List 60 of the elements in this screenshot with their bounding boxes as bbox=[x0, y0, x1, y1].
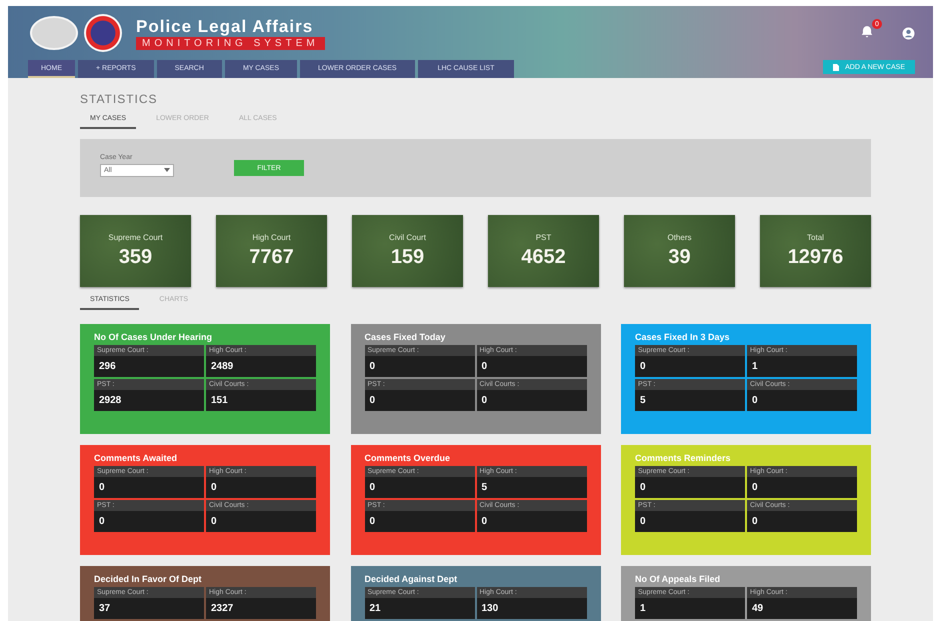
card-title: Cases Fixed In 3 Days bbox=[635, 332, 731, 342]
caret-icon bbox=[164, 168, 170, 172]
court-count: 0 bbox=[364, 477, 474, 498]
tile-value: 39 bbox=[668, 246, 691, 269]
tile-value: 7767 bbox=[249, 246, 294, 269]
document-icon bbox=[833, 64, 840, 70]
police-badge-logo bbox=[84, 14, 122, 52]
court-count: 296 bbox=[94, 356, 204, 377]
court-count: 2928 bbox=[94, 390, 204, 411]
court-count: 1 bbox=[635, 598, 745, 619]
tile-value: 4652 bbox=[521, 246, 566, 269]
tile-label: Civil Court bbox=[389, 233, 426, 242]
card-title: Comments Awaited bbox=[94, 453, 178, 463]
court-count: 0 bbox=[476, 356, 586, 377]
court-count: 0 bbox=[364, 390, 474, 411]
court-count: 0 bbox=[747, 511, 857, 532]
card-title: No Of Cases Under Hearing bbox=[94, 332, 214, 342]
card-title: Comments Overdue bbox=[364, 453, 452, 463]
tile-label: Total bbox=[807, 233, 824, 242]
app-title: Police Legal Affairs bbox=[136, 16, 314, 36]
court-count: 0 bbox=[206, 477, 316, 498]
court-count: 0 bbox=[747, 390, 857, 411]
tile-value: 12976 bbox=[788, 246, 844, 269]
card-title: Decided Against Dept bbox=[364, 574, 458, 584]
app-subtitle: MONITORING SYSTEM bbox=[136, 36, 325, 50]
card-title: No Of Appeals Filed bbox=[635, 574, 722, 584]
emblem-logo bbox=[30, 16, 78, 50]
court-count: 2489 bbox=[206, 356, 316, 377]
court-count: 130 bbox=[476, 598, 586, 619]
court-count: 0 bbox=[635, 477, 745, 498]
court-count: 49 bbox=[747, 598, 857, 619]
court-count: 2327 bbox=[206, 598, 316, 619]
court-count: 5 bbox=[635, 390, 745, 411]
tile-value: 359 bbox=[118, 246, 152, 269]
court-count: 0 bbox=[635, 511, 745, 532]
court-count: 1 bbox=[747, 356, 857, 377]
tile-label: High Court bbox=[252, 233, 291, 242]
user-icon[interactable] bbox=[902, 26, 915, 40]
court-count: 0 bbox=[635, 356, 745, 377]
court-count: 0 bbox=[476, 511, 586, 532]
court-count: 0 bbox=[364, 356, 474, 377]
court-count: 0 bbox=[94, 511, 204, 532]
tile-label: PST bbox=[536, 233, 552, 242]
card-title: Cases Fixed Today bbox=[364, 332, 446, 342]
card-title: Decided In Favor Of Dept bbox=[94, 574, 203, 584]
court-count: 0 bbox=[364, 511, 474, 532]
court-count: 0 bbox=[206, 511, 316, 532]
tile-label: Supreme Court bbox=[108, 233, 163, 242]
court-count: 21 bbox=[364, 598, 474, 619]
court-count: 5 bbox=[476, 477, 586, 498]
card-title: Comments Reminders bbox=[635, 453, 732, 463]
page-title: STATISTICS bbox=[80, 92, 159, 106]
court-count: 151 bbox=[206, 390, 316, 411]
tile-value: 159 bbox=[390, 246, 424, 269]
court-count: 37 bbox=[94, 598, 204, 619]
tile-label: Others bbox=[667, 233, 692, 242]
court-count: 0 bbox=[476, 390, 586, 411]
court-count: 0 bbox=[747, 477, 857, 498]
court-count: 0 bbox=[94, 477, 204, 498]
bell-icon[interactable] bbox=[860, 25, 874, 39]
